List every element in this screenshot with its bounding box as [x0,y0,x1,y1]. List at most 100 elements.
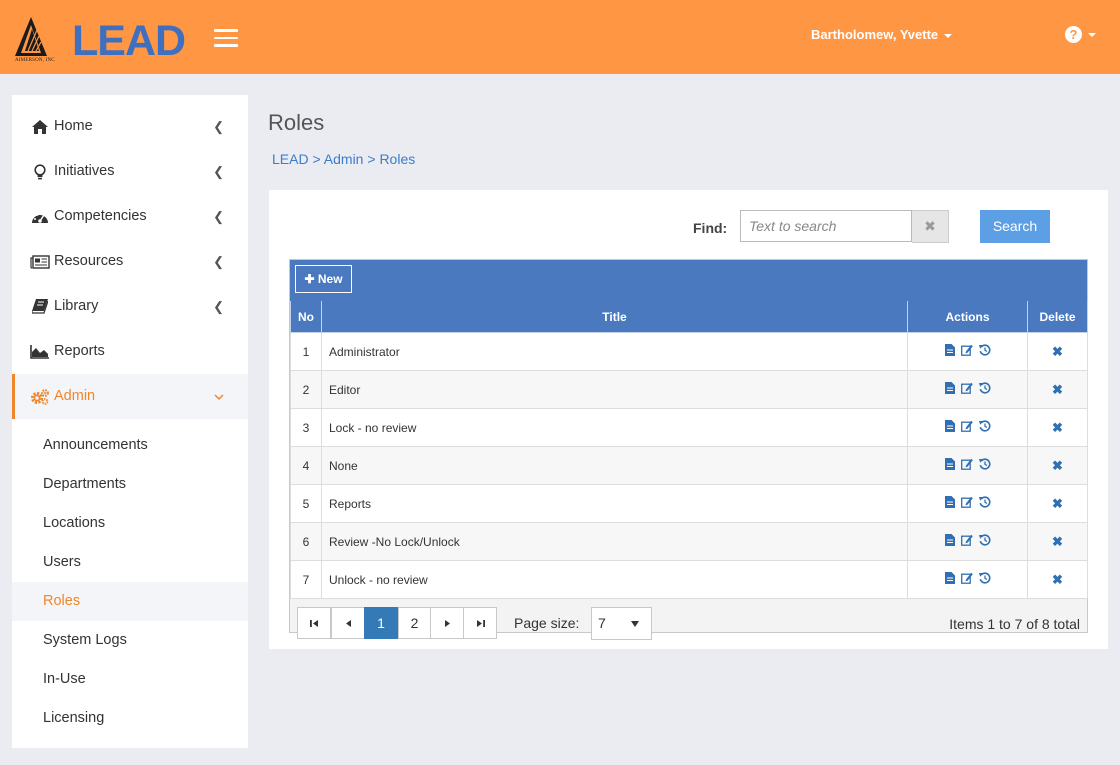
sidebar-subitem-system-logs[interactable]: System Logs [12,621,248,660]
document-icon[interactable] [944,572,955,587]
column-header-actions: Actions [907,301,1028,333]
history-icon[interactable] [978,496,991,511]
table-row[interactable]: 4 None ✖ [290,446,1088,485]
sidebar-item-resources[interactable]: Resources ❮ [12,239,248,284]
sidebar-subitem-licensing[interactable]: Licensing [12,699,248,738]
breadcrumb-lead[interactable]: LEAD [272,151,309,167]
sidebar-subitem-locations[interactable]: Locations [12,504,248,543]
last-page-button[interactable] [463,607,497,639]
document-icon[interactable] [944,420,955,435]
user-menu[interactable]: Bartholomew, Yvette [811,27,953,42]
history-icon[interactable] [978,344,991,359]
breadcrumb-admin[interactable]: Admin [324,151,364,167]
cell-no: 1 [290,332,322,371]
area-chart-icon [30,329,50,374]
sidebar-subitem-departments[interactable]: Departments [12,465,248,504]
column-header-title[interactable]: Title [321,301,908,333]
document-icon[interactable] [944,534,955,549]
table-row[interactable]: 5 Reports ✖ [290,484,1088,523]
edit-icon[interactable] [960,496,973,511]
cell-title: Reports [321,484,908,523]
next-page-button[interactable] [430,607,464,639]
delete-x-icon[interactable]: ✖ [1052,458,1063,474]
prev-page-icon [345,620,351,627]
sidebar-item-admin[interactable]: Admin [12,374,248,419]
svg-text:LEAD: LEAD [72,17,185,58]
edit-icon[interactable] [960,458,973,473]
chevron-left-icon: ❮ [213,119,224,134]
document-icon[interactable] [944,382,955,397]
sidebar-subitem-users[interactable]: Users [12,543,248,582]
sidebar-subitem-announcements[interactable]: Announcements [12,426,248,465]
delete-x-icon[interactable]: ✖ [1052,534,1063,550]
new-role-button[interactable]: ✚ New [295,265,352,293]
delete-x-icon[interactable]: ✖ [1052,572,1063,588]
roles-panel: Find: ✖ Search ✚ New No Title Actions De… [269,190,1108,649]
cell-title: Administrator [321,332,908,371]
edit-icon[interactable] [960,534,973,549]
page-1-button[interactable]: 1 [364,607,398,639]
help-menu[interactable]: ? [1065,26,1096,44]
column-header-no[interactable]: No [290,301,322,333]
history-icon[interactable] [978,458,991,473]
page-title: Roles [268,110,325,135]
caret-down-icon [944,33,953,38]
newspaper-icon [30,239,50,284]
sidebar-item-label: Initiatives [54,163,115,179]
page-2-button[interactable]: 2 [398,607,431,639]
sidebar-subitem-roles[interactable]: Roles [12,582,248,621]
admin-submenu: Announcements Departments Locations User… [12,419,248,738]
history-icon[interactable] [978,572,991,587]
table-row[interactable]: 1 Administrator ✖ [290,332,1088,371]
edit-icon[interactable] [960,344,973,359]
history-icon[interactable] [978,534,991,549]
cell-title: Review -No Lock/Unlock [321,522,908,561]
sidebar-item-label: Home [54,118,93,134]
sidebar-item-competencies[interactable]: Competencies ❮ [12,194,248,239]
delete-x-icon[interactable]: ✖ [1052,420,1063,436]
search-button[interactable]: Search [980,210,1050,243]
edit-icon[interactable] [960,382,973,397]
search-input[interactable] [740,210,912,242]
page-size-label: Page size: [514,615,580,631]
sidebar-subitem-in-use[interactable]: In-Use [12,660,248,699]
table-row[interactable]: 2 Editor ✖ [290,370,1088,409]
top-header: LEAD AIMERSON, INC Bartholomew, Yvette ? [0,0,1120,74]
page-size-select[interactable]: 7 [591,607,652,640]
clear-search-button[interactable]: ✖ [912,210,949,243]
history-icon[interactable] [978,420,991,435]
prev-page-button[interactable] [331,607,365,639]
sidebar-item-initiatives[interactable]: Initiatives ❮ [12,149,248,194]
sidebar-item-library[interactable]: Library ❮ [12,284,248,329]
document-icon[interactable] [944,496,955,511]
table-row[interactable]: 7 Unlock - no review ✖ [290,560,1088,599]
delete-x-icon[interactable]: ✖ [1052,344,1063,360]
items-total: Items 1 to 7 of 8 total [949,616,1080,632]
cell-actions [907,408,1028,447]
table-row[interactable]: 3 Lock - no review ✖ [290,408,1088,447]
cell-delete: ✖ [1027,522,1088,561]
delete-x-icon[interactable]: ✖ [1052,496,1063,512]
sidebar-item-home[interactable]: Home ❮ [12,104,248,149]
cell-title: Lock - no review [321,408,908,447]
cell-actions [907,370,1028,409]
cell-delete: ✖ [1027,446,1088,485]
table-row[interactable]: 6 Review -No Lock/Unlock ✖ [290,522,1088,561]
delete-x-icon[interactable]: ✖ [1052,382,1063,398]
cell-title: Editor [321,370,908,409]
edit-icon[interactable] [960,572,973,587]
chevron-left-icon: ❮ [213,209,224,224]
edit-icon[interactable] [960,420,973,435]
cell-no: 4 [290,446,322,485]
menu-toggle-button[interactable] [214,29,238,47]
question-circle-icon: ? [1065,26,1082,43]
new-button-label: New [317,272,343,286]
chevron-left-icon: ❮ [213,254,224,269]
document-icon[interactable] [944,344,955,359]
cell-actions [907,332,1028,371]
cell-delete: ✖ [1027,370,1088,409]
sidebar-item-reports[interactable]: Reports [12,329,248,374]
first-page-button[interactable] [297,607,331,639]
document-icon[interactable] [944,458,955,473]
history-icon[interactable] [978,382,991,397]
